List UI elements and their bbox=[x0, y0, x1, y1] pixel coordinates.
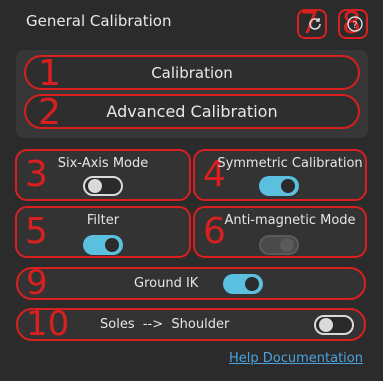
calibration-button[interactable]: 1 Calibration bbox=[24, 53, 360, 94]
svg-text:?: ? bbox=[352, 20, 357, 31]
option-label: Six-Axis Mode bbox=[57, 156, 149, 171]
soles-shoulder-toggle[interactable] bbox=[314, 315, 354, 335]
soles-shoulder-label: Soles --> Shoulder bbox=[100, 317, 230, 332]
advanced-calibration-button[interactable]: 2 Advanced Calibration bbox=[24, 92, 360, 133]
calibration-button-label: Calibration bbox=[151, 63, 233, 82]
reset-button[interactable]: 7 bbox=[297, 9, 327, 39]
toggle-knob bbox=[280, 238, 294, 252]
help-button[interactable]: 8 ? bbox=[338, 9, 368, 39]
help-documentation-link[interactable]: Help Documentation bbox=[229, 351, 363, 366]
ground-ik-row: 9 Ground IK bbox=[16, 263, 366, 303]
toggle-knob bbox=[319, 318, 333, 332]
toggle-knob bbox=[281, 179, 295, 193]
option-label: Filter bbox=[86, 213, 120, 228]
question-circle-icon: ? bbox=[347, 16, 363, 32]
ground-ik-label: Ground IK bbox=[134, 276, 199, 291]
toggle-knob bbox=[105, 238, 119, 252]
filter-toggle[interactable] bbox=[83, 235, 123, 255]
ground-ik-toggle[interactable] bbox=[223, 274, 263, 294]
toggle-knob bbox=[88, 179, 102, 193]
soles-shoulder-row: 10 Soles --> Shoulder bbox=[16, 304, 366, 344]
option-filter: 5 Filter bbox=[15, 206, 191, 258]
annotation-number: 1 bbox=[38, 53, 61, 94]
anti-magnetic-mode-toggle[interactable] bbox=[259, 235, 299, 255]
panel-title: General Calibration bbox=[26, 12, 172, 30]
annotation-number: 10 bbox=[26, 304, 70, 344]
option-label: Symmetric Calibration bbox=[217, 156, 363, 171]
six-axis-mode-toggle[interactable] bbox=[83, 176, 123, 196]
refresh-icon bbox=[309, 18, 321, 30]
option-anti-magnetic-mode: 6 Anti-magnetic Mode bbox=[193, 206, 367, 258]
annotation-number: 2 bbox=[38, 92, 61, 133]
toggle-knob bbox=[245, 277, 259, 291]
advanced-calibration-button-label: Advanced Calibration bbox=[106, 102, 278, 121]
option-label: Anti-magnetic Mode bbox=[224, 213, 356, 228]
calibration-group: 1 Calibration 2 Advanced Calibration bbox=[16, 50, 368, 138]
option-symmetric-calibration: 4 Symmetric Calibration bbox=[193, 149, 367, 201]
option-six-axis-mode: 3 Six-Axis Mode bbox=[15, 149, 191, 201]
annotation-number: 9 bbox=[26, 263, 48, 303]
general-calibration-panel: General Calibration 7 8 ? 1 Calibration … bbox=[0, 0, 383, 381]
symmetric-calibration-toggle[interactable] bbox=[259, 176, 299, 196]
